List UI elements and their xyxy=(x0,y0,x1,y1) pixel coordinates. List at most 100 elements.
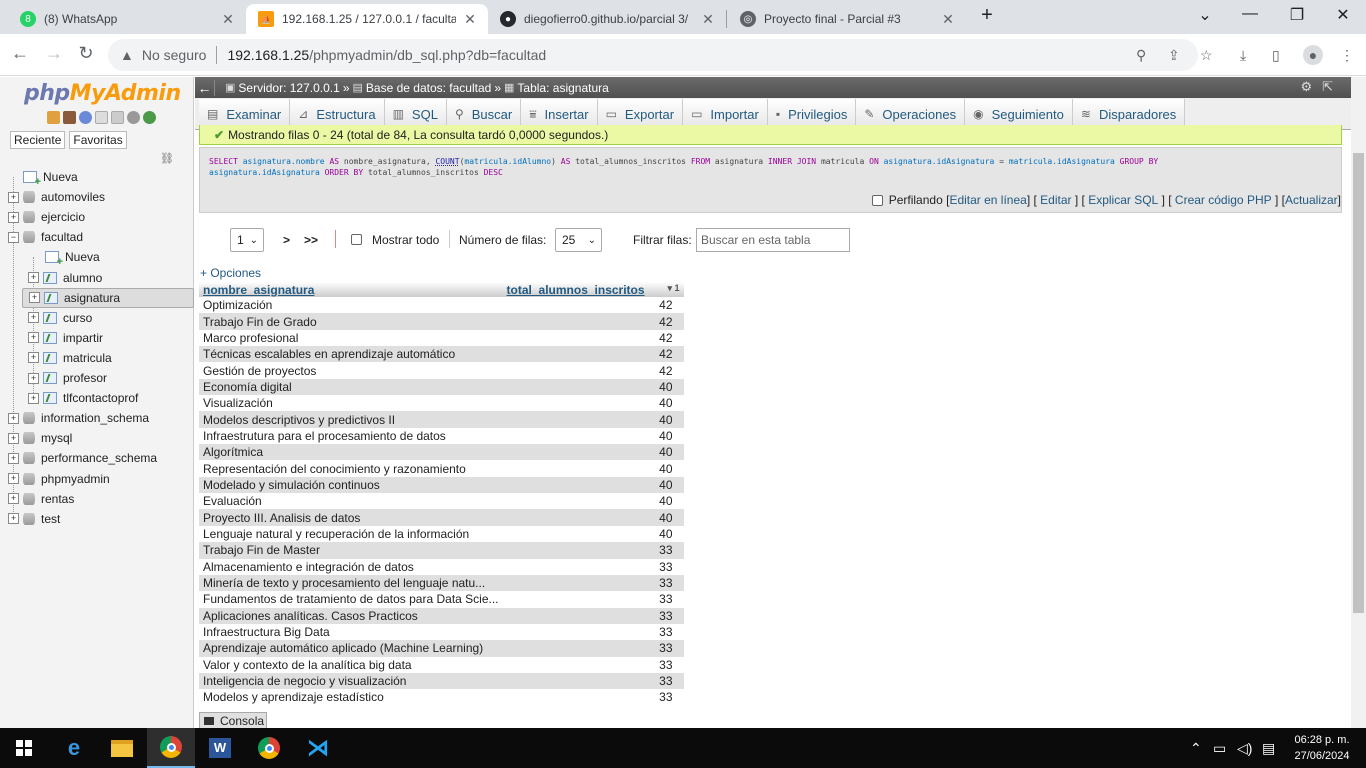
column-header-nombre-asignatura[interactable]: nombre_asignatura xyxy=(199,282,503,297)
tree-item-tlfcontactoprof[interactable]: + tlfcontactoprof xyxy=(28,388,186,408)
table-row[interactable]: Economía digital 40 xyxy=(199,378,684,396)
table-row[interactable]: Trabajo Fin de Grado 42 xyxy=(199,313,684,330)
tree-item-performance-schema[interactable]: + performance_schema xyxy=(8,448,186,468)
notifications-icon[interactable]: ▤ xyxy=(1262,740,1275,757)
table-row[interactable]: Proyecto III. Analisis de datos 40 xyxy=(199,509,684,526)
minimize-icon[interactable]: — xyxy=(1235,5,1265,23)
table-row[interactable]: Gestión de proyectos 42 xyxy=(199,362,684,379)
expand-icon[interactable]: + xyxy=(8,513,19,525)
expand-icon[interactable]: + xyxy=(8,452,19,464)
edit-link[interactable]: Editar xyxy=(1040,193,1071,207)
breadcrumb-table[interactable]: Tabla: asignatura xyxy=(517,81,608,95)
recent-button[interactable]: Reciente xyxy=(10,131,66,149)
show-all-checkbox[interactable] xyxy=(351,234,362,245)
tree-item-asignatura[interactable]: + asignatura xyxy=(22,287,194,308)
new-tab-button[interactable]: + xyxy=(972,4,1002,27)
column-header-total-alumnos[interactable]: total_alumnos_inscritos ▾ 1 xyxy=(502,282,684,297)
forward-icon[interactable]: → xyxy=(42,43,66,64)
collapse-nav-icon[interactable]: ← xyxy=(195,79,215,96)
close-tab-icon[interactable]: ✕ xyxy=(462,11,478,28)
share-icon[interactable]: ⇪ xyxy=(1168,47,1180,64)
table-row[interactable]: Técnicas escalables en aprendizaje autom… xyxy=(199,346,684,363)
breadcrumb-database[interactable]: Base de datos: facultad xyxy=(366,81,491,95)
expand-icon[interactable]: + xyxy=(8,191,19,203)
expand-icon[interactable]: + xyxy=(8,473,19,484)
start-icon[interactable] xyxy=(0,728,48,768)
filter-rows-input[interactable]: Buscar en esta tabla xyxy=(696,228,850,252)
expand-icon[interactable]: + xyxy=(28,372,39,384)
edit-inline-link[interactable]: Editar en línea xyxy=(949,193,1026,207)
tree-item-rentas[interactable]: + rentas xyxy=(8,489,186,509)
table-row[interactable]: Modelado y simulación continuos 40 xyxy=(199,476,684,494)
page-settings-icon[interactable]: ⚙⇱ xyxy=(1300,79,1343,95)
profiling-checkbox[interactable] xyxy=(871,194,883,206)
scrollbar-thumb[interactable] xyxy=(1353,153,1364,613)
table-row[interactable]: Representación del conocimiento y razona… xyxy=(199,460,684,477)
docs-icon[interactable] xyxy=(95,111,108,124)
file-explorer-icon[interactable] xyxy=(98,728,146,768)
security-label[interactable]: No seguro xyxy=(142,47,207,63)
tree-item-facultad[interactable]: − facultad xyxy=(8,227,186,247)
breadcrumb-server[interactable]: Servidor: 127.0.0.1 xyxy=(238,81,339,95)
table-row[interactable]: Modelos descriptivos y predictivos II 40 xyxy=(199,411,684,428)
chrome-menu-icon[interactable]: ⋮ xyxy=(1340,47,1354,64)
next-page-button[interactable]: > xyxy=(283,233,290,247)
table-row[interactable]: Infraestructura Big Data 33 xyxy=(199,623,684,641)
browser-tab-phpmyadmin[interactable]: ⛵ 192.168.1.25 / 127.0.0.1 / faculta ✕ xyxy=(246,4,488,34)
tree-item-ejercicio[interactable]: + ejercicio xyxy=(8,207,186,227)
expand-icon[interactable]: + xyxy=(8,493,19,505)
reload-nav-icon[interactable] xyxy=(143,111,156,124)
page-scrollbar[interactable] xyxy=(1351,77,1366,728)
console-button[interactable]: Consola xyxy=(199,712,267,728)
table-row[interactable]: Aplicaciones analíticas. Casos Practicos… xyxy=(199,607,684,624)
browser-tab-github[interactable]: ● diegofierro0.github.io/parcial 3/ ✕ xyxy=(488,4,726,34)
chrome-icon[interactable] xyxy=(147,728,195,768)
table-row[interactable]: Trabajo Fin de Master 33 xyxy=(199,542,684,559)
chrome-icon[interactable] xyxy=(245,728,293,768)
table-row[interactable]: Fundamentos de tratamiento de datos para… xyxy=(199,591,684,608)
table-row[interactable]: Lenguaje natural y recuperación de la in… xyxy=(199,525,684,543)
tree-item-automoviles[interactable]: + automoviles xyxy=(8,187,186,207)
close-tab-icon[interactable]: ✕ xyxy=(220,11,236,28)
vscode-icon[interactable]: ⋊ xyxy=(294,728,342,768)
zoom-icon[interactable]: ⚲ xyxy=(1136,47,1146,64)
expand-icon[interactable]: + xyxy=(28,312,39,324)
tree-item-test[interactable]: + test xyxy=(8,509,186,529)
page-select[interactable]: 1 ⌄ xyxy=(230,228,264,252)
collapse-icon[interactable]: − xyxy=(8,231,19,243)
network-icon[interactable]: ▭ xyxy=(1213,740,1226,757)
tree-item-nueva[interactable]: Nueva xyxy=(8,167,186,188)
tree-item-curso[interactable]: + curso xyxy=(28,308,186,328)
copy-icon[interactable] xyxy=(111,111,124,124)
table-row[interactable]: Algorítmica 40 xyxy=(199,444,684,461)
expand-icon[interactable]: + xyxy=(28,332,39,344)
link-with-main-icon[interactable]: ⛓ xyxy=(160,152,174,165)
chevron-up-icon[interactable]: ⌃ xyxy=(1190,740,1202,757)
table-row[interactable]: Minería de texto y procesamiento del len… xyxy=(199,574,684,592)
close-window-icon[interactable]: ✕ xyxy=(1328,5,1358,25)
settings-icon[interactable] xyxy=(127,111,140,124)
restore-icon[interactable]: ❐ xyxy=(1282,5,1312,25)
table-row[interactable]: Valor y contexto de la analítica big dat… xyxy=(199,656,684,673)
tree-item-nueva[interactable]: Nueva xyxy=(28,247,186,268)
tree-item-information-schema[interactable]: + information_schema xyxy=(8,408,186,428)
table-row[interactable]: Inteligencia de negocio y visualización 3… xyxy=(199,672,684,690)
favorites-button[interactable]: Favoritas xyxy=(69,131,127,149)
explain-sql-link[interactable]: Explicar SQL xyxy=(1088,193,1158,207)
expand-icon[interactable]: + xyxy=(28,272,39,283)
table-row[interactable]: Marco profesional 42 xyxy=(199,329,684,347)
rows-count-select[interactable]: 25 ⌄ xyxy=(555,228,602,252)
expand-icon[interactable]: + xyxy=(29,292,40,304)
reload-icon[interactable]: ↻ xyxy=(74,43,98,64)
volume-icon[interactable]: ◁) xyxy=(1237,740,1252,757)
expand-icon[interactable]: + xyxy=(28,392,39,404)
tree-item-alumno[interactable]: + alumno xyxy=(28,268,186,288)
tab-search-icon[interactable]: ⌄ xyxy=(1190,5,1220,25)
tree-item-mysql[interactable]: + mysql xyxy=(8,428,186,448)
refresh-link[interactable]: Actualizar xyxy=(1285,193,1338,207)
table-row[interactable]: Visualización 40 xyxy=(199,395,684,412)
download-icon[interactable]: ⤓ xyxy=(1240,47,1246,64)
address-bar[interactable]: ▲ No seguro 192.168.1.25 /phpmyadmin/db_… xyxy=(108,39,1198,71)
phpmyadmin-logo[interactable]: phpMyAdmin xyxy=(24,81,181,106)
last-page-button[interactable]: >> xyxy=(304,233,318,247)
